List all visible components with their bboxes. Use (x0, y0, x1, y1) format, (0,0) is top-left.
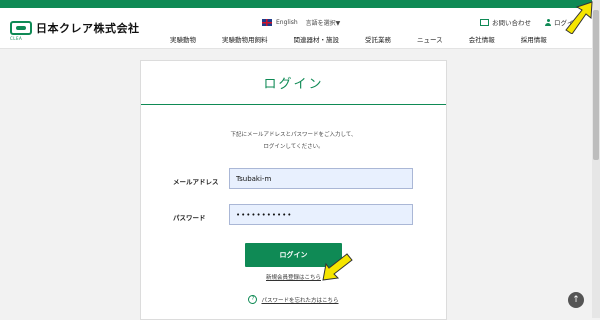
login-instructions: 下記にメールアドレスとパスワードをご入力して、 ログインしてください。 (141, 129, 446, 153)
login-title: ログイン (263, 77, 324, 92)
email-field[interactable] (229, 168, 413, 189)
login-card: ログイン 下記にメールアドレスとパスワードをご入力して、 ログインしてください。… (140, 60, 447, 320)
logo-mark-icon (10, 21, 32, 35)
language-select[interactable]: 言語を選択▼ (306, 18, 341, 27)
language-selector[interactable]: English 言語を選択▼ (262, 18, 340, 27)
nav-item-animal-feed[interactable]: 実験動物用飼料 (222, 34, 268, 44)
nav-item-equipment[interactable]: 関連器材・施設 (294, 34, 340, 44)
forgot-password[interactable]: ? パスワードを忘れた方はこちら (141, 295, 446, 304)
instruction-line-2: ログインしてください。 (263, 144, 324, 150)
register-link[interactable]: 新規会員登録はこちら (141, 273, 446, 281)
contact-link[interactable]: お問い合わせ (480, 17, 531, 27)
instruction-line-1: 下記にメールアドレスとパスワードをご入力して、 (230, 132, 357, 138)
highlight-arrow-icon (322, 253, 353, 281)
arrow-up-icon[interactable]: ↑ (568, 292, 584, 308)
uk-flag-icon (262, 19, 272, 26)
brand-sub: CLEA (10, 36, 23, 41)
email-label: メールアドレス (173, 178, 219, 186)
nav-item-company[interactable]: 会社情報 (469, 34, 495, 44)
nav-item-news[interactable]: ニュース (417, 34, 443, 44)
nav-item-lab-animals[interactable]: 実験動物 (170, 34, 196, 44)
brand-name: 日本クレア株式会社 (36, 22, 140, 35)
site-logo[interactable]: 日本クレア株式会社 (10, 20, 140, 36)
page-scrollbar[interactable] (592, 0, 600, 318)
contact-label: お問い合わせ (492, 19, 531, 27)
title-divider (141, 104, 446, 105)
password-label: パスワード (173, 214, 206, 222)
help-icon: ? (248, 295, 258, 304)
main-nav: 実験動物 実験動物用飼料 関連器材・施設 受託業務 ニュース 会社情報 採用情報 (170, 34, 547, 44)
site-header: 日本クレア株式会社 CLEA English 言語を選択▼ お問い合わせ ログイ… (0, 8, 592, 49)
top-accent-stripe (0, 0, 600, 8)
user-icon (545, 18, 551, 26)
highlight-arrow-icon (565, 1, 593, 34)
language-current[interactable]: English (276, 19, 298, 26)
nav-item-contract-services[interactable]: 受託業務 (365, 34, 391, 44)
forgot-password-link[interactable]: パスワードを忘れた方はこちら (261, 296, 338, 304)
nav-item-careers[interactable]: 採用情報 (521, 34, 547, 44)
mail-icon (480, 18, 489, 26)
password-field[interactable] (229, 204, 413, 225)
